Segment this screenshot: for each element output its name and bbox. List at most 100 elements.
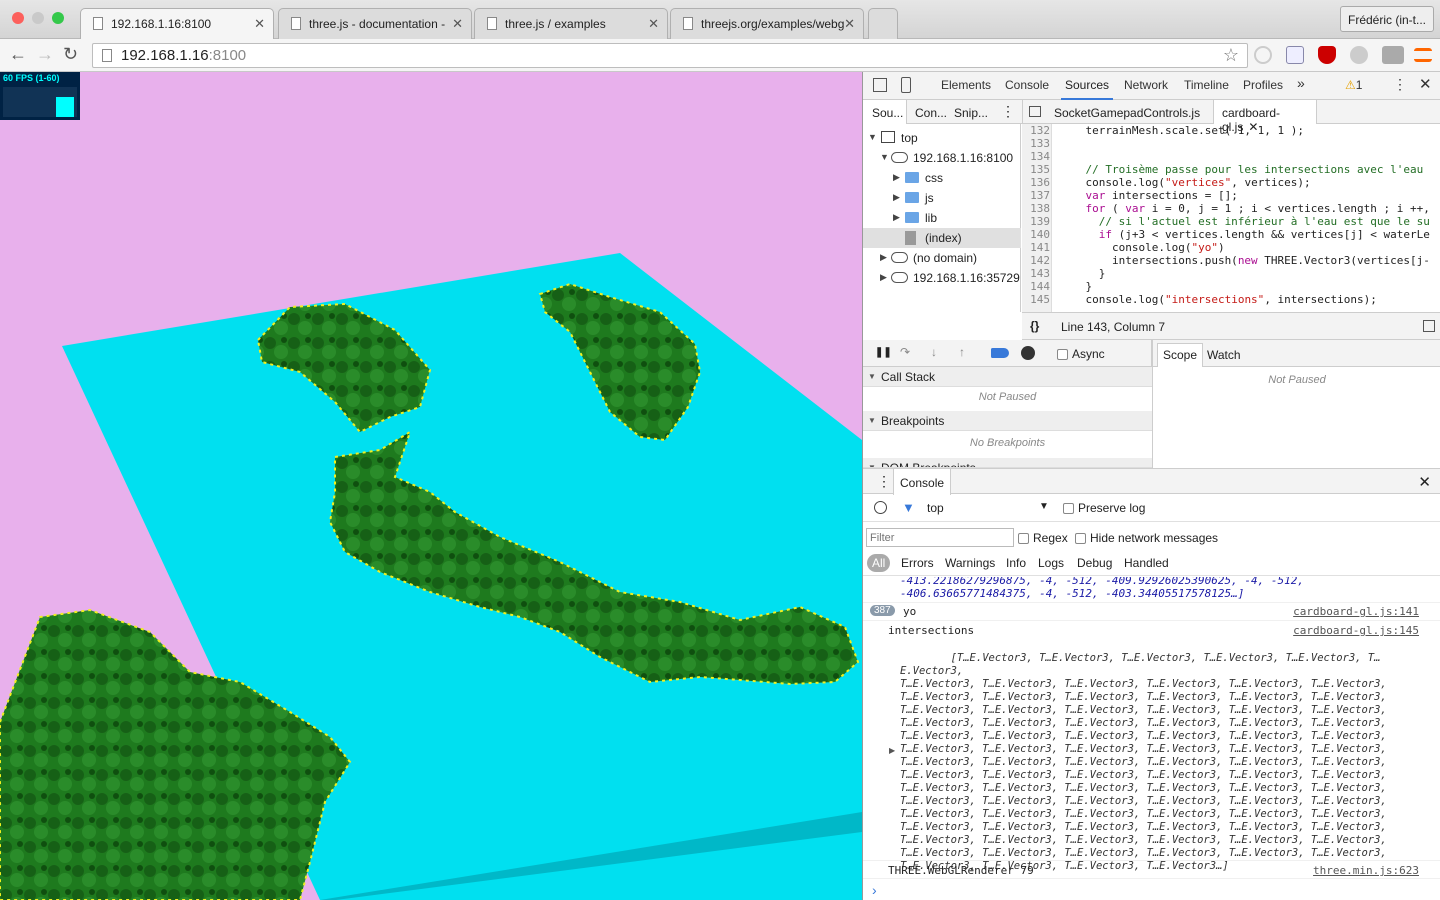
back-icon[interactable]: ←	[9, 44, 27, 65]
call-stack-header[interactable]: Call Stack	[863, 367, 1152, 387]
expand-triangle-icon[interactable]: ▶	[889, 746, 895, 755]
step-into-icon[interactable]: ↓	[931, 345, 937, 359]
reload-icon[interactable]: ↻	[63, 44, 78, 65]
tree-item-css[interactable]: ▶ css	[863, 168, 1021, 188]
inspect-element-icon[interactable]	[873, 78, 887, 92]
async-checkbox[interactable]: Async	[1057, 347, 1105, 361]
bookmark-star-icon[interactable]: ☆	[1223, 45, 1239, 66]
level-debug[interactable]: Debug	[1077, 556, 1112, 570]
source-link[interactable]: three.min.js:623	[1313, 864, 1419, 877]
file-tab-cardboard-gl[interactable]: cardboard-gl.js ✕	[1213, 100, 1317, 134]
forward-icon[interactable]: →	[36, 44, 54, 65]
console-prompt[interactable]: ›	[863, 878, 1440, 900]
tab-scope[interactable]: Scope	[1157, 343, 1204, 367]
tree-item-no-domain[interactable]: ▶ (no domain)	[863, 248, 1021, 268]
navigator-tab-snippets[interactable]: Snip...	[954, 106, 988, 120]
pretty-print-icon[interactable]: {}	[1030, 319, 1039, 333]
preserve-log-checkbox[interactable]: Preserve log	[1063, 501, 1145, 515]
close-tab-icon[interactable]: ✕	[844, 16, 855, 32]
filter-icon[interactable]: ▼	[902, 500, 915, 515]
vector-array[interactable]: [T…E.Vector3, T…E.Vector3, T…E.Vector3, …	[900, 639, 1420, 886]
level-errors[interactable]: Errors	[901, 556, 934, 570]
breakpoints-header[interactable]: Breakpoints	[863, 411, 1152, 431]
profile-button[interactable]: Frédéric (in-t...	[1340, 6, 1434, 32]
code-editor[interactable]: 132 terrainMesh.scale.set( 1, 1, 1 ); 133…	[1022, 124, 1440, 312]
code-line: 137 var intersections = [];	[1030, 189, 1238, 202]
regex-checkbox[interactable]: Regex	[1018, 531, 1068, 545]
close-tab-icon[interactable]: ✕	[452, 16, 463, 32]
menu-icon[interactable]	[1414, 48, 1432, 62]
tab-network[interactable]: Network	[1124, 78, 1168, 92]
console-array-tail-2: -406.63665771484375, -4, -512, -403.3440…	[900, 587, 1245, 600]
console-filter-input[interactable]	[866, 528, 1014, 547]
level-warnings[interactable]: Warnings	[945, 556, 995, 570]
kebab-menu-icon[interactable]: ⋮	[1001, 103, 1015, 120]
browser-tab-3[interactable]: three.js / examples ✕	[474, 8, 668, 39]
tree-item-js[interactable]: ▶ js	[863, 188, 1021, 208]
warning-icon[interactable]: ⚠1	[1345, 78, 1362, 92]
pause-icon[interactable]: ❚❚	[875, 347, 892, 358]
new-tab-button[interactable]	[868, 8, 898, 39]
device-mode-icon[interactable]	[901, 77, 911, 93]
close-devtools-icon[interactable]: ✕	[1419, 75, 1432, 93]
source-link[interactable]: cardboard-gl.js:145	[1293, 624, 1419, 637]
level-info[interactable]: Info	[1006, 556, 1026, 570]
context-select[interactable]: top	[927, 501, 944, 515]
step-out-icon[interactable]: ↑	[959, 345, 965, 359]
extension-icon[interactable]	[1350, 46, 1368, 64]
pause-on-exceptions-icon[interactable]	[1021, 346, 1035, 360]
tree-item-top[interactable]: ▼ top	[863, 128, 1021, 148]
kebab-menu-icon[interactable]: ⋮	[1393, 76, 1407, 93]
clear-console-icon[interactable]	[874, 501, 887, 514]
level-handled[interactable]: Handled	[1124, 556, 1169, 570]
kebab-menu-icon[interactable]: ⋮	[877, 473, 891, 490]
tab-console[interactable]: Console	[1005, 78, 1049, 92]
tree-item-lib[interactable]: ▶ lib	[863, 208, 1021, 228]
tab-timeline[interactable]: Timeline	[1184, 78, 1229, 92]
navigator-tab-content[interactable]: Con...	[915, 106, 947, 120]
code-line: 134	[1030, 150, 1050, 163]
webgl-canvas[interactable]: 60 FPS (1-60)	[0, 72, 862, 900]
close-tab-icon[interactable]: ✕	[254, 16, 265, 32]
deactivate-breakpoints-icon[interactable]	[991, 348, 1009, 358]
code-line: 145 console.log("intersections", interse…	[1030, 293, 1377, 306]
level-all[interactable]: All	[867, 554, 891, 572]
tree-item-host[interactable]: ▼ 192.168.1.16:8100	[863, 148, 1021, 168]
extension-icon[interactable]	[1286, 46, 1304, 64]
close-window-button[interactable]	[12, 12, 24, 24]
tab-watch[interactable]: Watch	[1207, 348, 1241, 362]
extension-icon[interactable]	[1254, 46, 1272, 64]
close-tab-icon[interactable]: ✕	[648, 16, 659, 32]
address-bar[interactable]: 192.168.1.16:8100 ☆	[92, 43, 1248, 68]
level-logs[interactable]: Logs	[1038, 556, 1064, 570]
tab-profiles[interactable]: Profiles	[1243, 78, 1283, 92]
chevron-down-icon[interactable]: ▼	[1039, 501, 1049, 512]
tab-elements[interactable]: Elements	[941, 78, 991, 92]
devtools-panel: Elements Console Sources Network Timelin…	[862, 72, 1440, 900]
tab-console-drawer[interactable]: Console	[893, 469, 952, 495]
zoom-window-button[interactable]	[52, 12, 64, 24]
navigator-tab-sources[interactable]: Sou...	[863, 100, 907, 124]
more-tabs-icon[interactable]: »	[1297, 75, 1305, 91]
toggle-drawer-icon[interactable]	[1423, 320, 1435, 332]
browser-tab-4[interactable]: threejs.org/examples/webg ✕	[670, 8, 864, 39]
fps-graph	[3, 87, 77, 117]
tab-sources[interactable]: Sources	[1060, 78, 1114, 100]
code-line: 136 console.log("vertices", vertices);	[1030, 176, 1311, 189]
browser-tab-2[interactable]: three.js - documentation - ✕	[278, 8, 472, 39]
source-link[interactable]: cardboard-gl.js:141	[1293, 605, 1419, 618]
file-tab-socketgamepad[interactable]: SocketGamepadControls.js	[1054, 106, 1200, 120]
dom-breakpoints-header[interactable]: DOM Breakpoints	[863, 458, 1152, 468]
folder-icon	[905, 172, 919, 183]
browser-tab-1[interactable]: 192.168.1.16:8100 ✕	[80, 8, 274, 40]
page-icon	[291, 17, 301, 30]
tree-item-index[interactable]: (index)	[863, 228, 1021, 248]
toggle-navigator-icon[interactable]	[1029, 106, 1041, 117]
minimize-window-button[interactable]	[32, 12, 44, 24]
close-drawer-icon[interactable]: ✕	[1418, 473, 1431, 491]
step-over-icon[interactable]: ↷	[900, 345, 910, 359]
ublock-icon[interactable]	[1318, 46, 1336, 64]
extension-icon[interactable]	[1382, 46, 1404, 64]
tree-item-livereload[interactable]: ▶ 192.168.1.16:35729	[863, 268, 1021, 288]
hide-network-checkbox[interactable]: Hide network messages	[1075, 531, 1218, 545]
